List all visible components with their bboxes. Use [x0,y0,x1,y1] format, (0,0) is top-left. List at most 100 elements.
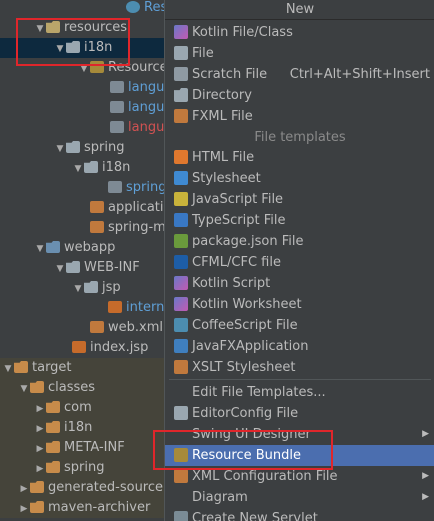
expand-arrow-icon[interactable]: ▼ [34,239,46,259]
folder-icon [174,88,188,102]
properties-file-icon [110,121,124,133]
expand-arrow-icon[interactable]: ▼ [54,39,66,59]
properties-file-icon [110,101,124,113]
javascript-icon [174,192,188,206]
submenu-arrow-icon: ▶ [422,429,429,439]
collapsed-arrow-icon[interactable]: ▶ [18,499,30,519]
menu-item-xml-config[interactable]: XML Configuration File ▶ [165,466,434,487]
xml-icon [174,469,188,483]
properties-file-icon [108,181,122,193]
folder-icon [66,141,80,153]
folder-icon [84,281,98,293]
menu-item-cfml-file[interactable]: CFML/CFC file [165,252,434,273]
menu-item-diagram[interactable]: Diagram ▶ [165,487,434,508]
xslt-icon [174,360,188,374]
menu-item-fxml-file[interactable]: FXML File [165,106,434,127]
resources-folder-icon [46,21,60,33]
resource-bundle-icon [90,61,104,73]
tree-item-web-inf[interactable]: ▼ WEB-INF [0,258,140,278]
class-icon [126,1,140,13]
menu-item-kotlin-worksheet[interactable]: Kotlin Worksheet [165,294,434,315]
css-icon [174,171,188,185]
menu-item-editorconfig-file[interactable]: EditorConfig File [165,403,434,424]
typescript-icon [174,213,188,227]
menu-item-javafx-app[interactable]: JavaFXApplication [165,336,434,357]
jsp-file-icon [108,301,122,313]
menu-separator [169,379,431,380]
excluded-folder-icon [30,481,44,493]
excluded-folder-icon [46,441,60,453]
tree-item-spring-m[interactable]: spring-m [0,218,166,238]
tree-item-lang2[interactable]: langua [0,98,172,118]
menu-item-xslt-stylesheet[interactable]: XSLT Stylesheet [165,357,434,378]
tree-item-webapp[interactable]: ▼ webapp [0,238,116,259]
tree-item-index-jsp[interactable]: index.jsp [0,338,148,358]
expand-arrow-icon[interactable]: ▼ [72,279,84,299]
folder-icon [84,161,98,173]
tree-item-jsp[interactable]: ▼ jsp [0,278,121,298]
menu-item-create-servlet[interactable]: Create New Servlet [165,508,434,521]
tree-item-lang1[interactable]: langua [0,78,172,98]
collapsed-arrow-icon[interactable]: ▶ [34,439,46,459]
servlet-icon [174,511,188,521]
xml-file-icon [90,201,104,213]
expand-arrow-icon[interactable]: ▼ [34,19,46,39]
collapsed-arrow-icon[interactable]: ▶ [34,459,46,479]
menu-item-file[interactable]: File [165,43,434,64]
kotlin-script-icon [174,276,188,290]
excluded-folder-icon [30,381,44,393]
tree-item-web-xml[interactable]: web.xml [0,318,163,338]
menu-item-stylesheet[interactable]: Stylesheet [165,168,434,189]
menu-item-coffeescript-file[interactable]: CoffeeScript File [165,315,434,336]
collapsed-arrow-icon[interactable]: ▶ [34,399,46,419]
menu-item-package-json[interactable]: package.json File [165,231,434,252]
expand-arrow-icon[interactable]: ▼ [54,139,66,159]
tree-item-application[interactable]: applicatio [0,198,171,218]
menu-item-kotlin-script[interactable]: Kotlin Script [165,273,434,294]
excluded-folder-icon [14,361,28,373]
excluded-folder-icon [30,501,44,513]
tree-item-resources[interactable]: ▼ resources [0,18,127,38]
menu-item-edit-templates[interactable]: Edit File Templates... [165,382,434,403]
cfml-icon [174,255,188,269]
expand-arrow-icon[interactable]: ▼ [78,59,90,79]
menu-item-scratch-file[interactable]: Scratch File Ctrl+Alt+Shift+Insert [165,64,434,85]
collapsed-arrow-icon[interactable]: ▶ [34,419,46,439]
properties-file-icon [110,81,124,93]
excluded-folder-icon [46,461,60,473]
tree-item-resource-bundle[interactable]: ▼ Resource [0,58,168,78]
shortcut-label: Ctrl+Alt+Shift+Insert [289,67,430,82]
tree-item-spring-file[interactable]: spring [0,178,166,198]
jsp-file-icon [72,341,86,353]
menu-item-resource-bundle[interactable]: Resource Bundle [165,445,434,466]
tree-item-lang3[interactable]: langua [0,118,172,138]
xml-file-icon [90,221,104,233]
kotlin-icon [174,25,188,39]
html-icon [174,150,188,164]
web-folder-icon [46,241,60,253]
tree-item-spring[interactable]: ▼ spring [0,138,125,159]
fxml-icon [174,109,188,123]
menu-item-javascript-file[interactable]: JavaScript File [165,189,434,210]
excluded-folder-icon [46,401,60,413]
menu-item-kotlin-file[interactable]: Kotlin File/Class [165,22,434,43]
tree-item-internal[interactable]: interna [0,298,172,318]
menu-item-typescript-file[interactable]: TypeScript File [165,210,434,231]
expand-arrow-icon[interactable]: ▼ [2,359,14,379]
collapsed-arrow-icon[interactable]: ▶ [18,479,30,499]
expand-arrow-icon[interactable]: ▼ [72,159,84,179]
menu-item-html-file[interactable]: HTML File [165,147,434,168]
submenu-arrow-icon: ▶ [422,492,429,502]
submenu-arrow-icon: ▶ [422,471,429,481]
excluded-folder-icon [46,421,60,433]
tree-item-top-partial[interactable]: Res [126,0,167,18]
menu-item-directory[interactable]: Directory [165,85,434,106]
folder-icon [66,261,80,273]
menu-title: New [165,0,434,20]
expand-arrow-icon[interactable]: ▼ [18,379,30,399]
expand-arrow-icon[interactable]: ▼ [54,259,66,279]
javafx-icon [174,339,188,353]
resource-bundle-icon [174,448,188,462]
tree-item-spring-i18n[interactable]: ▼ i18n [0,158,131,179]
menu-item-swing-designer[interactable]: Swing UI Designer ▶ [165,424,434,445]
